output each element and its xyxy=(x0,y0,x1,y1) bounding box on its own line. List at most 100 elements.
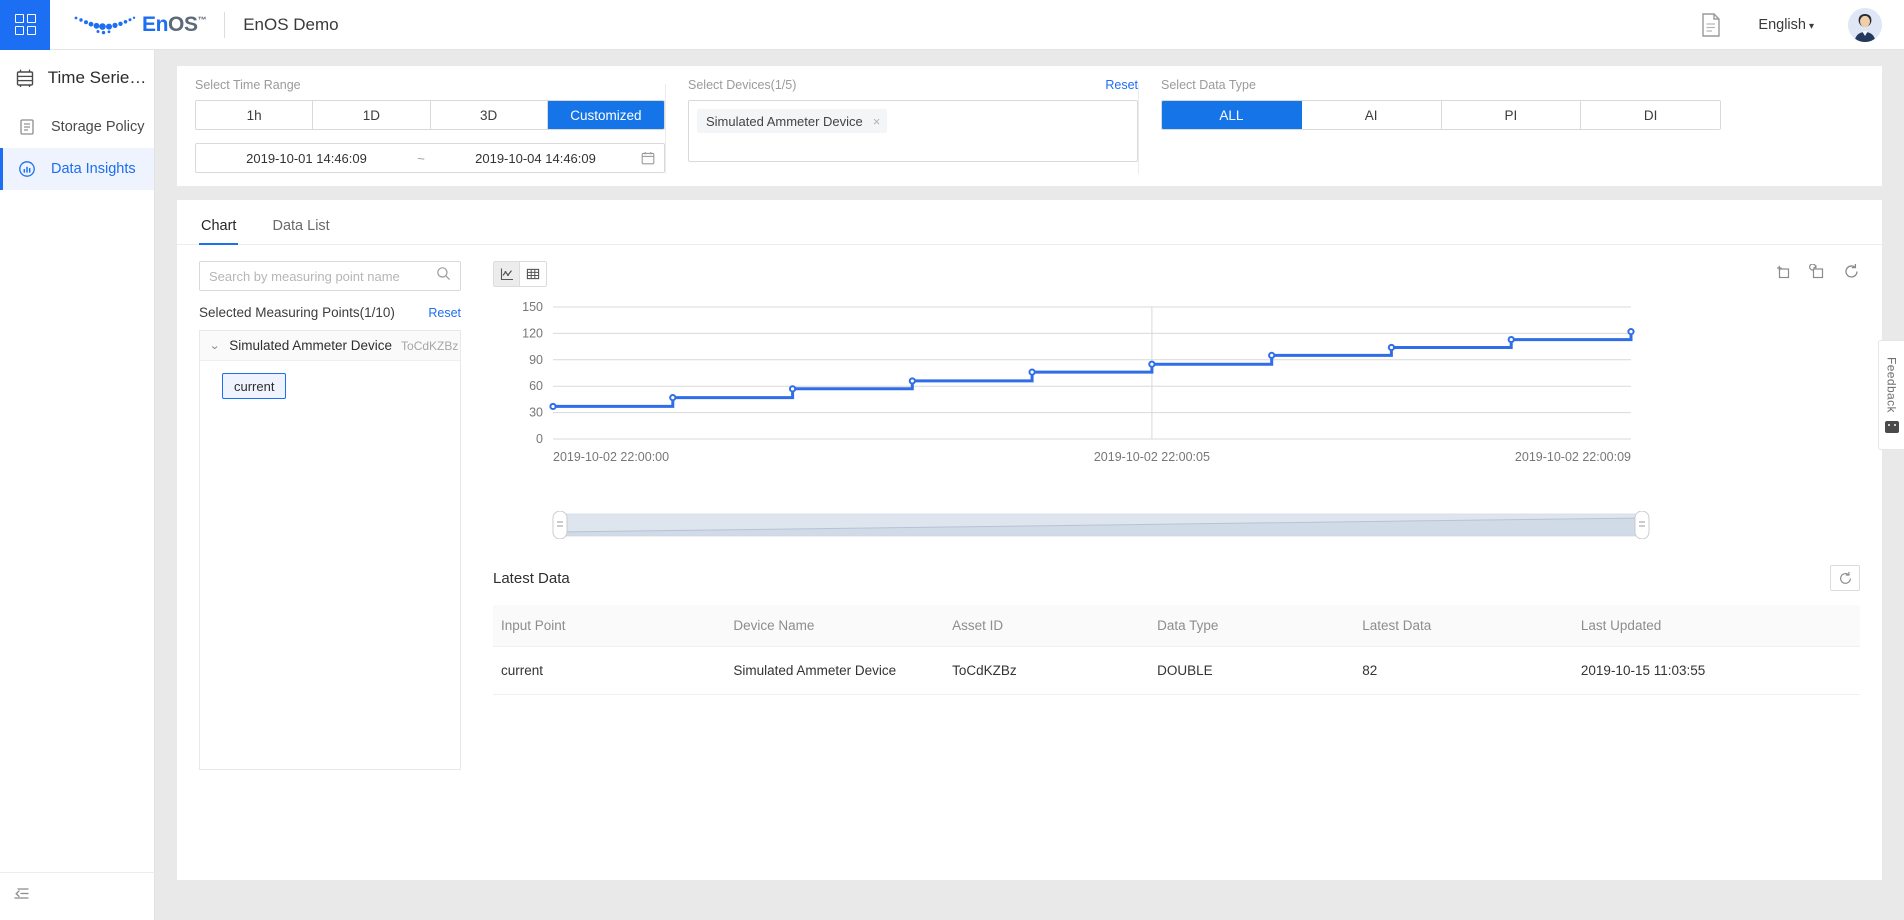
points-reset-link[interactable]: Reset xyxy=(428,306,461,320)
tab-data-list[interactable]: Data List xyxy=(270,212,331,244)
refresh-icon xyxy=(1839,571,1851,584)
data-type-option-di[interactable]: DI xyxy=(1581,101,1720,129)
enos-swoosh-icon xyxy=(72,14,140,36)
x-axis-tick-label: 2019-10-02 22:00:00 xyxy=(553,450,669,464)
points-list: ⌄ Simulated Ammeter Device ToCdKZBz curr… xyxy=(199,330,461,770)
filter-divider-2 xyxy=(1138,84,1139,174)
insights-icon xyxy=(14,159,40,179)
close-icon[interactable]: × xyxy=(873,114,881,129)
feedback-tab[interactable]: Feedback xyxy=(1878,340,1904,450)
column-latest-data: Latest Data xyxy=(1354,605,1573,647)
devices-reset-link[interactable]: Reset xyxy=(1105,78,1138,92)
series-point[interactable] xyxy=(549,402,557,411)
document-icon[interactable] xyxy=(1698,11,1724,39)
collapse-sidebar-icon[interactable] xyxy=(12,885,32,908)
series-point[interactable] xyxy=(1507,335,1515,344)
selected-points-label: Selected Measuring Points(1/10) xyxy=(199,305,395,320)
x-axis-tick-label: 2019-10-02 22:00:09 xyxy=(1515,450,1631,464)
y-axis-tick-label: 90 xyxy=(529,353,543,367)
cell-last-updated: 2019-10-15 11:03:55 xyxy=(1572,646,1860,695)
series-point[interactable] xyxy=(1268,351,1276,360)
search-box[interactable] xyxy=(199,261,461,291)
chart-actions xyxy=(1775,262,1860,285)
calendar-icon xyxy=(641,151,655,165)
brand: EnOS™ EnOS Demo xyxy=(72,11,339,38)
sidebar-item-time-series[interactable]: Time Series D... xyxy=(0,50,154,106)
sidebar-item-label: Storage Policy xyxy=(51,119,145,135)
language-label: English xyxy=(1758,16,1806,33)
data-type-option-ai[interactable]: AI xyxy=(1301,101,1442,129)
apps-grid-button[interactable] xyxy=(0,0,50,50)
series-point[interactable] xyxy=(1148,360,1156,368)
time-range-option-1d[interactable]: 1D xyxy=(313,101,431,129)
series-point[interactable] xyxy=(1387,343,1396,352)
table-row[interactable]: current Simulated Ammeter Device ToCdKZB… xyxy=(493,646,1860,695)
avatar[interactable] xyxy=(1848,7,1882,42)
line-chart-icon[interactable] xyxy=(494,262,520,286)
data-table-icon[interactable] xyxy=(520,262,546,286)
zoom-select-icon[interactable] xyxy=(1775,264,1791,285)
device-group-name: Simulated Ammeter Device xyxy=(229,338,393,353)
feedback-label: Feedback xyxy=(1884,357,1899,413)
device-group-header[interactable]: ⌄ Simulated Ammeter Device ToCdKZBz xyxy=(200,331,460,361)
smiley-icon xyxy=(1884,420,1899,433)
cell-latest-data: 82 xyxy=(1354,646,1573,695)
latest-data-title: Latest Data xyxy=(493,569,570,587)
series-point[interactable] xyxy=(908,377,916,385)
series-point[interactable] xyxy=(1028,368,1036,376)
time-range-segmented: 1h 1D 3D Customized xyxy=(195,100,665,130)
sidebar-item-label: Data Insights xyxy=(51,161,136,177)
devices-label: Select Devices(1/5) xyxy=(688,78,797,92)
top-bar: EnOS™ EnOS Demo English ▾ xyxy=(0,0,1904,50)
series-point[interactable] xyxy=(1627,328,1635,336)
search-icon[interactable] xyxy=(436,266,451,286)
sidebar-item-data-insights[interactable]: Data Insights xyxy=(0,148,154,190)
chevron-down-icon: ▾ xyxy=(1808,20,1814,32)
device-tag[interactable]: Simulated Ammeter Device × xyxy=(697,109,888,133)
latest-data-table: Input Point Device Name Asset ID Data Ty… xyxy=(493,605,1860,695)
tab-chart[interactable]: Chart xyxy=(199,212,239,245)
brand-divider xyxy=(224,11,226,38)
zoom-handle-left xyxy=(552,510,568,540)
zoom-restore-icon[interactable] xyxy=(1809,262,1825,285)
zoom-handle-right xyxy=(1634,510,1650,540)
column-device-name: Device Name xyxy=(725,605,945,647)
search-input[interactable] xyxy=(209,268,436,284)
cell-input-point: current xyxy=(493,646,726,695)
measuring-points-panel: Selected Measuring Points(1/10) Reset ⌄ … xyxy=(199,261,461,770)
data-type-option-pi[interactable]: PI xyxy=(1441,101,1582,129)
point-chip-current[interactable]: current xyxy=(222,373,287,399)
chevron-down-icon[interactable]: ⌄ xyxy=(209,339,220,352)
latest-data-refresh-button[interactable] xyxy=(1830,565,1860,591)
time-series-chart[interactable]: 0 30 60 90 120 150 2019-10-02 22:00:00 2019-10-… xyxy=(493,299,1860,489)
date-range-picker[interactable]: 2019-10-01 14:46:09 ~ 2019-10-04 14:46:0… xyxy=(195,143,665,173)
sidebar-item-storage-policy[interactable]: Storage Policy xyxy=(0,106,154,148)
chart-column: 0 30 60 90 120 150 2019-10-02 22:00:00 2019-10-… xyxy=(493,261,1860,770)
data-type-option-all[interactable]: ALL xyxy=(1162,101,1302,129)
refresh-icon[interactable] xyxy=(1843,263,1860,285)
series-point[interactable] xyxy=(669,394,677,402)
sidebar-collapse-bar[interactable] xyxy=(0,872,155,920)
filter-panel: Select Time Range 1h 1D 3D Customized 20… xyxy=(177,66,1882,186)
database-icon xyxy=(14,67,37,89)
data-type-section: Select Data Type ALL AI PI DI xyxy=(1161,78,1721,186)
devices-selection-box[interactable]: Simulated Ammeter Device × xyxy=(688,100,1138,162)
chart-zoom-slider[interactable] xyxy=(551,510,1802,540)
tab-bar: Chart Data List xyxy=(177,200,1882,245)
date-range-end[interactable]: 2019-10-04 14:46:09 xyxy=(434,151,637,166)
cell-asset-id: ToCdKZBz xyxy=(944,646,1150,695)
date-range-start[interactable]: 2019-10-01 14:46:09 xyxy=(205,151,408,166)
time-range-option-1h[interactable]: 1h xyxy=(196,101,314,129)
zoom-slider-canvas[interactable] xyxy=(551,510,1651,540)
time-range-option-customized[interactable]: Customized xyxy=(547,101,664,129)
language-selector[interactable]: English ▾ xyxy=(1758,17,1814,33)
column-last-updated: Last Updated xyxy=(1572,605,1860,647)
x-axis-tick-label: 2019-10-02 22:00:05 xyxy=(1094,450,1210,464)
y-axis-tick-label: 120 xyxy=(522,326,543,340)
content-area: Select Time Range 1h 1D 3D Customized 20… xyxy=(155,50,1904,920)
time-range-option-3d[interactable]: 3D xyxy=(430,101,548,129)
series-point[interactable] xyxy=(788,385,797,393)
sidebar-item-label: Time Series D... xyxy=(47,68,154,87)
body-split: Selected Measuring Points(1/10) Reset ⌄ … xyxy=(177,245,1882,770)
device-group-asset-id: ToCdKZBz xyxy=(401,338,459,353)
